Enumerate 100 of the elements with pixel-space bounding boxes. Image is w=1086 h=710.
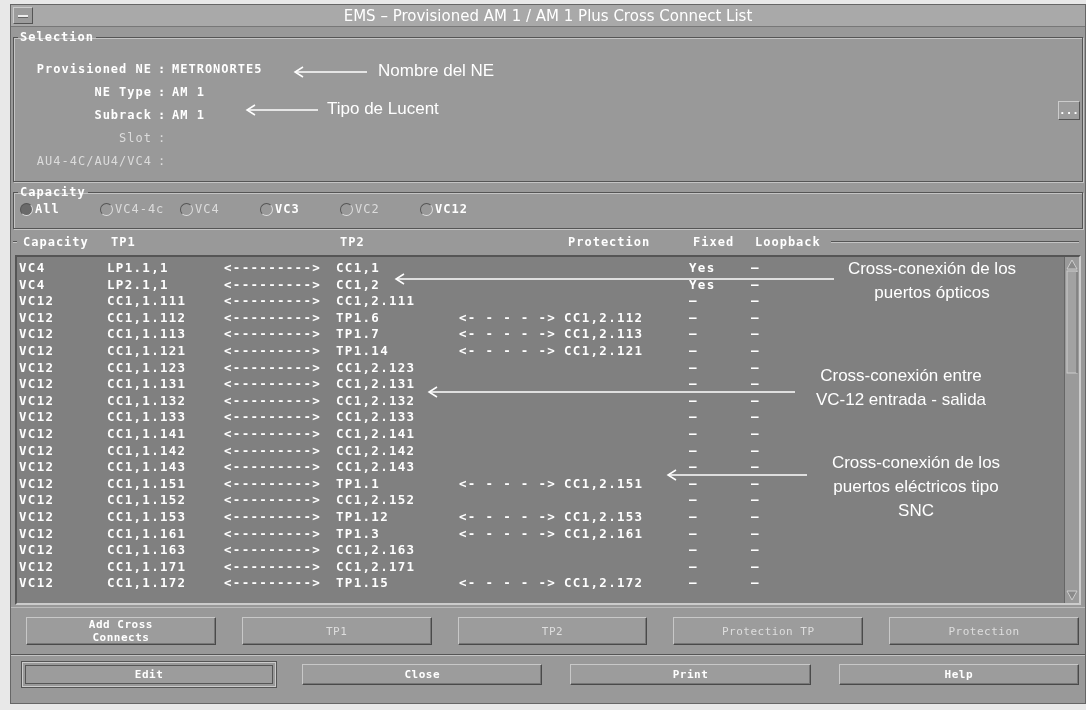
table-cell-text: – bbox=[689, 525, 699, 543]
table-cell-text: – bbox=[751, 409, 761, 426]
table-cell-text: CC1,2.143 bbox=[336, 459, 417, 476]
table-cell-text: LP2.1,1 bbox=[107, 276, 170, 294]
annotation-text: Nombre del NE bbox=[378, 60, 495, 82]
dialog-button[interactable]: Print bbox=[570, 664, 811, 685]
table-cell-text: CC1,1.112 bbox=[107, 309, 188, 327]
protection-arrow: <- - - - -> bbox=[459, 342, 558, 360]
column-header[interactable]: Fixed bbox=[693, 235, 755, 249]
table-cell-text: TP1.14 bbox=[336, 342, 390, 360]
link-arrow: <---------> bbox=[224, 525, 323, 543]
column-header[interactable]: TP1 bbox=[111, 235, 228, 249]
table-cell-text: TP1.1 bbox=[336, 475, 382, 493]
table-cell-text: VC4 bbox=[19, 260, 47, 277]
table-cell-text: – bbox=[689, 442, 699, 460]
table-cell-text: – bbox=[689, 409, 699, 426]
table-cell-text: – bbox=[751, 459, 761, 476]
table-cell-text: TP1.12 bbox=[336, 508, 390, 526]
table-cell-text: VC12 bbox=[19, 558, 56, 576]
link-arrow: <---------> bbox=[224, 575, 323, 592]
table-cell-text: – bbox=[751, 558, 761, 576]
link-arrow: <---------> bbox=[224, 459, 323, 476]
table-cell-text: – bbox=[751, 309, 761, 327]
table-cell-text: CC1,2.112 bbox=[564, 309, 645, 327]
radio-label[interactable]: VC12 bbox=[435, 202, 468, 216]
table-cell-text: – bbox=[689, 293, 699, 310]
field-separator: : bbox=[156, 153, 168, 170]
table-cell-text: CC1,2.142 bbox=[336, 442, 417, 460]
table-cell-text: CC1,2.111 bbox=[336, 293, 417, 310]
table-cell-text: CC1,1.133 bbox=[107, 409, 188, 426]
radio-label[interactable]: All bbox=[35, 202, 60, 216]
table-cell-text: – bbox=[689, 542, 699, 559]
table-cell-text: – bbox=[751, 492, 761, 509]
table-cell-text: – bbox=[751, 475, 761, 493]
table-cell-text: – bbox=[751, 542, 761, 559]
column-header[interactable]: Loopback bbox=[755, 235, 827, 249]
dialog-button[interactable]: Edit bbox=[21, 661, 278, 688]
column-header[interactable]: Protection bbox=[568, 235, 693, 249]
table-cell-text: CC1,2.123 bbox=[336, 359, 417, 377]
table-cell-text: – bbox=[751, 376, 761, 393]
field-value: AM 1 bbox=[172, 84, 205, 101]
link-arrow: <---------> bbox=[224, 558, 323, 576]
annotation-text: Cross-conexión entre VC-12 entrada - salida bbox=[814, 365, 988, 411]
dialog-button[interactable]: Close bbox=[302, 664, 543, 685]
table-cell-text: Yes bbox=[689, 276, 717, 294]
table-cell-text: VC12 bbox=[19, 442, 56, 460]
table-cell-text: LP1.1,1 bbox=[107, 260, 170, 277]
table-cell-text: – bbox=[751, 508, 761, 526]
table-cell-text: VC12 bbox=[19, 475, 56, 493]
table-cell-text: CC1,1.142 bbox=[107, 442, 188, 460]
link-arrow: <---------> bbox=[224, 492, 323, 509]
annotation-text: Cross-conexión de los puertos eléctricos tipo SNC bbox=[830, 452, 1002, 522]
table-cell-text: CC1,1.143 bbox=[107, 459, 188, 476]
field-separator: : bbox=[156, 130, 168, 147]
table-cell-text: CC1,1.131 bbox=[107, 376, 188, 393]
action-button[interactable]: Add Cross Connects bbox=[26, 617, 216, 645]
scrollbar[interactable] bbox=[1064, 257, 1079, 603]
table-cell-text: CC1,2.152 bbox=[336, 492, 417, 509]
table-cell-text: VC12 bbox=[19, 359, 56, 377]
table-cell-text: CC1,1.113 bbox=[107, 326, 188, 343]
table-cell-text: CC1,2.131 bbox=[336, 376, 417, 393]
more-button[interactable]: ... bbox=[1058, 101, 1080, 120]
column-header[interactable]: Capacity bbox=[23, 235, 111, 249]
table-cell-text: TP1.3 bbox=[336, 525, 382, 543]
table-cell-text: VC12 bbox=[19, 492, 56, 509]
field-value: AM 1 bbox=[172, 107, 205, 124]
table-cell-text: VC12 bbox=[19, 542, 56, 559]
table-cell-text: – bbox=[751, 293, 761, 310]
group-title: Capacity bbox=[19, 185, 87, 199]
table-cell-text: TP1.7 bbox=[336, 326, 382, 343]
link-arrow: <---------> bbox=[224, 293, 323, 310]
table-cell-text: – bbox=[751, 260, 761, 277]
table-cell-text: CC1,1.121 bbox=[107, 342, 188, 360]
link-arrow: <---------> bbox=[224, 409, 323, 426]
field-label: Provisioned NE bbox=[35, 61, 152, 78]
column-header[interactable]: TP2 bbox=[340, 235, 463, 249]
table-cell-text: – bbox=[751, 342, 761, 360]
radio-button[interactable] bbox=[260, 202, 273, 216]
table-cell-text: VC12 bbox=[19, 293, 56, 310]
table-cell-text: CC1,2.113 bbox=[564, 326, 645, 343]
link-arrow: <---------> bbox=[224, 326, 323, 343]
table-cell-text: TP1.6 bbox=[336, 309, 382, 327]
table-cell-text: – bbox=[689, 392, 699, 410]
table-cell-text: – bbox=[689, 508, 699, 526]
radio-label[interactable]: VC3 bbox=[275, 202, 300, 216]
table-cell-text: VC12 bbox=[19, 525, 56, 543]
table-cell-text: CC1,1.141 bbox=[107, 425, 188, 443]
dialog-button[interactable]: Help bbox=[838, 664, 1079, 685]
table-cell-text: – bbox=[751, 575, 761, 592]
table-cell-text: – bbox=[689, 558, 699, 576]
radio-button[interactable] bbox=[420, 202, 433, 216]
window-menu-icon[interactable] bbox=[13, 7, 33, 24]
group-title: Selection bbox=[19, 30, 96, 44]
field-label: Subrack bbox=[93, 107, 152, 124]
link-arrow: <---------> bbox=[224, 542, 323, 559]
protection-arrow: <- - - - -> bbox=[459, 575, 558, 592]
table-cell-text: CC1,2.163 bbox=[336, 542, 417, 559]
table-cell-text: CC1,2.141 bbox=[336, 425, 417, 443]
field-value: METRONORTE5 bbox=[172, 61, 263, 78]
radio-button[interactable] bbox=[20, 202, 33, 216]
